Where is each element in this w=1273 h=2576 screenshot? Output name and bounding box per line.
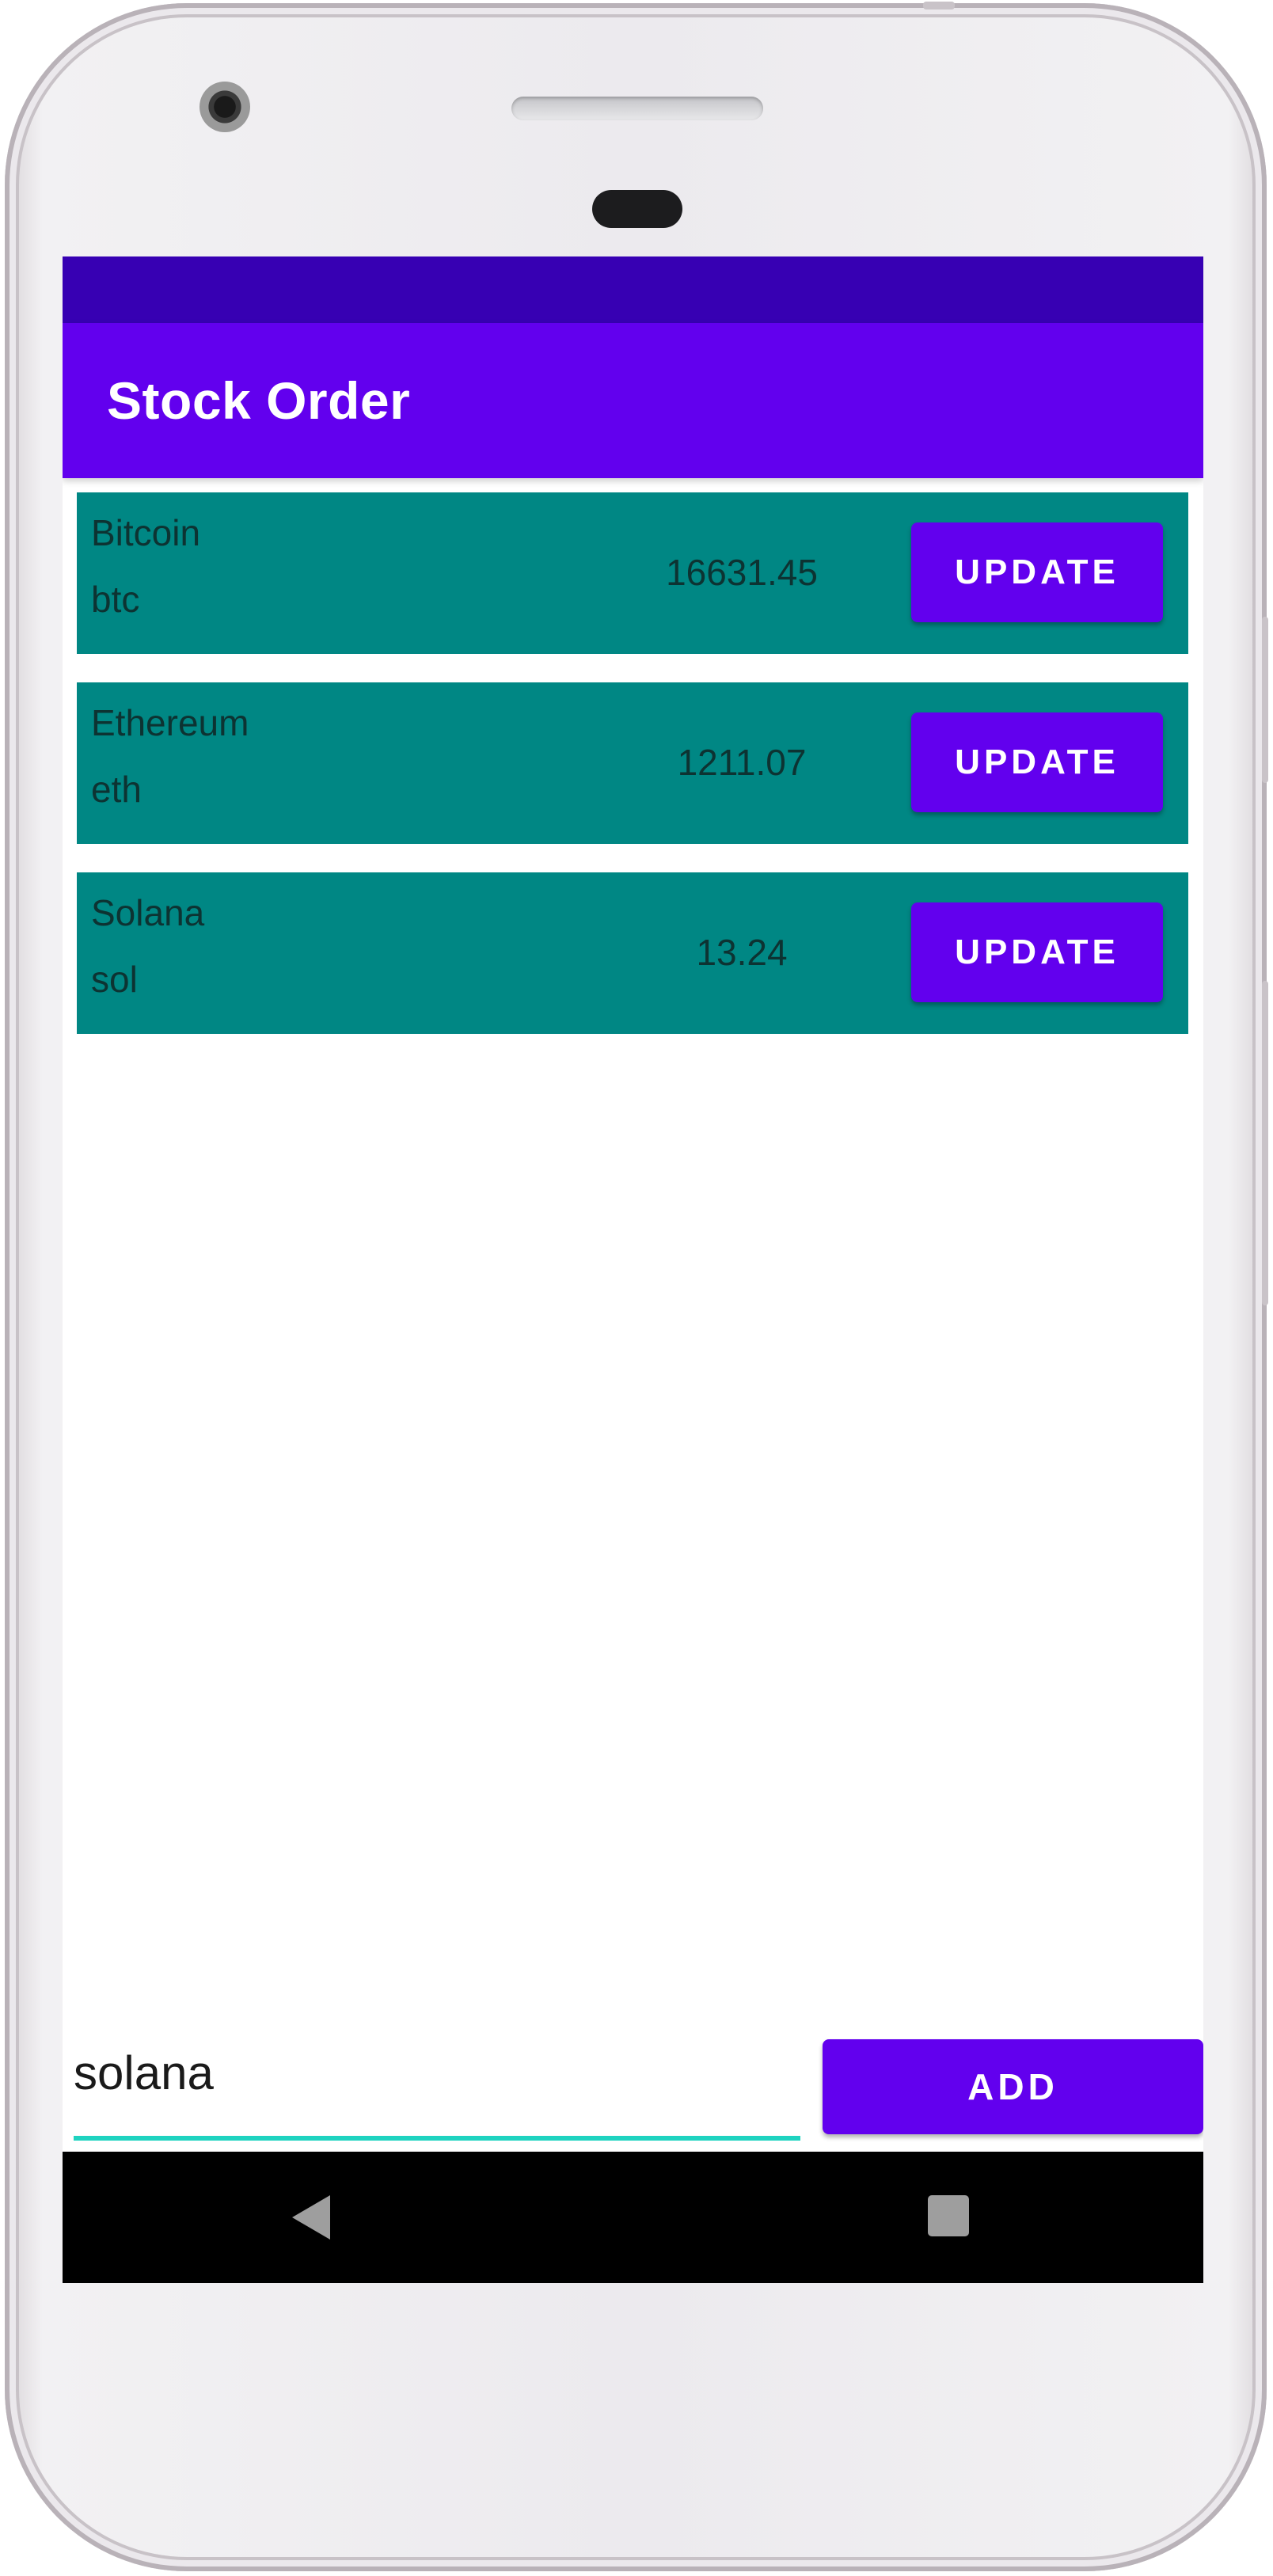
stock-row-ethereum: Ethereum eth 1211.07 UPDATE xyxy=(77,682,1188,844)
add-button[interactable]: ADD xyxy=(823,2039,1203,2134)
front-camera xyxy=(200,82,250,132)
volume-button xyxy=(1262,981,1268,1305)
stock-name: Bitcoin xyxy=(91,512,201,553)
stock-name-input-value[interactable]: solana xyxy=(74,2046,214,2100)
stock-row-solana: Solana sol 13.24 UPDATE xyxy=(77,872,1188,1034)
app-bar: Stock Order xyxy=(63,323,1203,478)
device-screen: Stock Order Bitcoin btc 16631.45 UPDATE … xyxy=(63,256,1203,2283)
stock-name: Ethereum xyxy=(91,702,249,743)
proximity-sensor xyxy=(592,190,682,228)
stock-price: 1211.07 xyxy=(677,742,807,783)
earpiece-speaker xyxy=(511,97,763,120)
stock-symbol: eth xyxy=(91,769,142,810)
stock-symbol: btc xyxy=(91,579,140,620)
navigation-bar xyxy=(63,2152,1203,2283)
stock-price: 16631.45 xyxy=(666,552,818,593)
update-button-solana[interactable]: UPDATE xyxy=(911,902,1163,1002)
status-bar xyxy=(63,256,1203,323)
stock-name-input[interactable]: solana xyxy=(74,2030,800,2141)
stock-symbol: sol xyxy=(91,959,138,1000)
input-underline xyxy=(74,2136,800,2141)
power-button xyxy=(1262,617,1268,783)
stock-row-bitcoin: Bitcoin btc 16631.45 UPDATE xyxy=(77,492,1188,654)
recents-icon[interactable] xyxy=(928,2195,969,2236)
stock-name: Solana xyxy=(91,892,205,933)
back-icon[interactable] xyxy=(292,2195,330,2240)
app-title: Stock Order xyxy=(107,371,411,430)
update-button-bitcoin[interactable]: UPDATE xyxy=(911,522,1163,622)
update-button-ethereum[interactable]: UPDATE xyxy=(911,712,1163,812)
stock-price: 13.24 xyxy=(696,932,788,973)
top-edge-button xyxy=(923,2,955,9)
stock-list: Bitcoin btc 16631.45 UPDATE Ethereum eth… xyxy=(77,492,1188,1062)
